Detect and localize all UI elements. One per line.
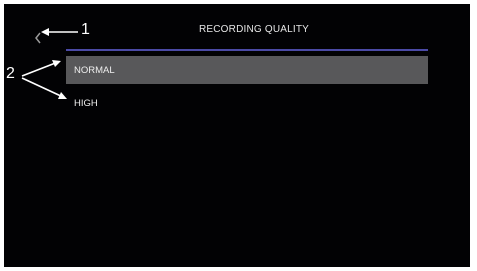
callout-number-1: 1: [81, 21, 90, 38]
back-button[interactable]: [28, 26, 48, 50]
callout-number-2: 2: [6, 65, 15, 82]
screen: RECORDING QUALITY NORMAL HIGH: [4, 4, 470, 267]
option-normal[interactable]: NORMAL: [66, 56, 428, 84]
option-high[interactable]: HIGH: [66, 89, 428, 117]
page-title: RECORDING QUALITY: [198, 24, 310, 35]
option-normal-label: NORMAL: [74, 64, 115, 76]
title-divider: [66, 49, 428, 51]
chevron-left-icon: [35, 32, 41, 44]
option-high-label: HIGH: [74, 97, 98, 109]
